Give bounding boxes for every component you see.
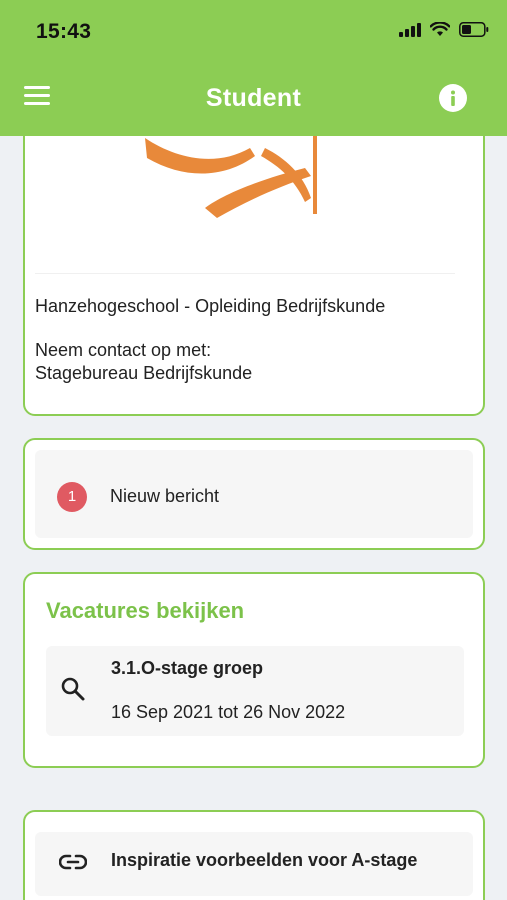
page-title: Student xyxy=(205,84,302,112)
contact-name: Stagebureau Bedrijfskunde xyxy=(35,363,253,383)
cellular-signal-icon xyxy=(399,22,421,37)
inspiration-link-label: Inspiratie voorbeelden voor A-stage xyxy=(111,850,418,870)
school-card: Hanzehogeschool - Opleiding Bedrijfskund… xyxy=(23,136,485,416)
inspiration-link-item[interactable]: Inspiratie voorbeelden voor A-stage xyxy=(35,832,473,896)
vacancies-title: Vacatures bekijken xyxy=(46,598,245,623)
top-navigation-bar: Student xyxy=(0,60,507,136)
search-icon xyxy=(61,677,85,701)
status-icons xyxy=(399,22,489,37)
notification-badge: 1 xyxy=(57,482,87,512)
status-bar: 15:43 xyxy=(0,0,507,60)
school-logo xyxy=(35,136,455,274)
info-icon[interactable] xyxy=(439,84,467,112)
new-message-item[interactable]: 1 Nieuw bericht xyxy=(35,450,473,538)
vacancy-item[interactable]: 3.1.O-stage groep 16 Sep 2021 tot 26 Nov… xyxy=(46,646,464,736)
contact-intro: Neem contact op met: xyxy=(35,340,212,360)
link-icon xyxy=(59,854,87,870)
inspiration-card: Inspiratie voorbeelden voor A-stage xyxy=(23,810,485,900)
messages-card: 1 Nieuw bericht xyxy=(23,438,485,550)
scroll-content[interactable]: Hanzehogeschool - Opleiding Bedrijfskund… xyxy=(0,136,507,900)
vacancy-dates: 16 Sep 2021 tot 26 Nov 2022 xyxy=(111,702,346,722)
battery-icon xyxy=(459,22,489,37)
status-time: 15:43 xyxy=(36,20,92,43)
vacancies-card: Vacatures bekijken 3.1.O-stage groep 16 … xyxy=(23,572,485,768)
vacancy-name: 3.1.O-stage groep xyxy=(111,658,264,678)
school-name: Hanzehogeschool - Opleiding Bedrijfskund… xyxy=(35,296,386,316)
new-message-label: Nieuw bericht xyxy=(110,486,220,506)
wifi-icon xyxy=(430,22,450,36)
